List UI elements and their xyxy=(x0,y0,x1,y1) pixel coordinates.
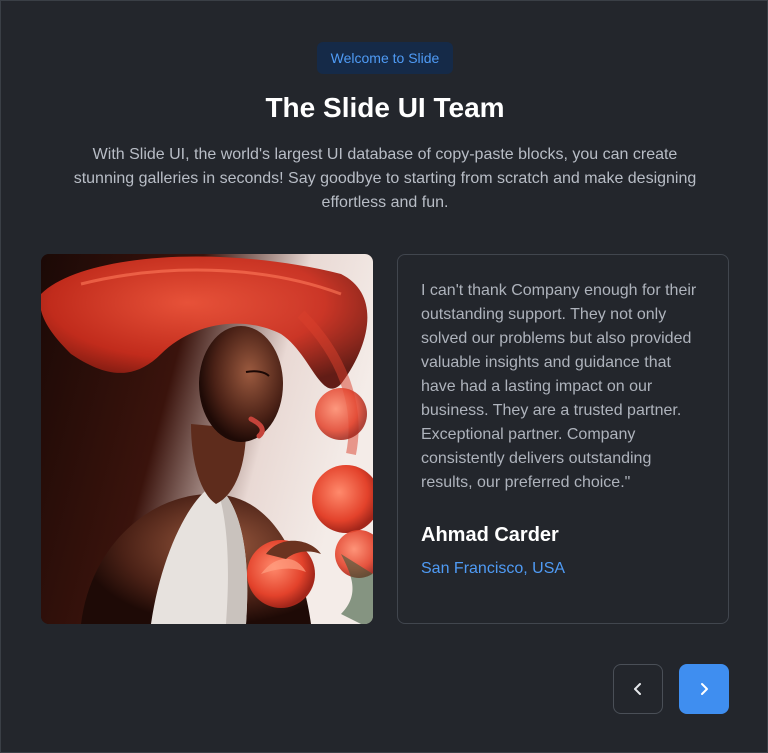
next-button[interactable] xyxy=(679,664,729,714)
chevron-right-icon xyxy=(701,683,708,695)
portrait-image xyxy=(41,254,373,624)
testimonial-section: Welcome to Slide The Slide UI Team With … xyxy=(0,0,768,753)
testimonial-card: I can't thank Company enough for their o… xyxy=(397,254,729,624)
author-name: Ahmad Carder xyxy=(421,524,559,546)
section-title: The Slide UI Team xyxy=(265,92,505,123)
author-location: San Francisco, USA xyxy=(421,560,566,577)
previous-button[interactable] xyxy=(613,664,663,714)
section-description: With Slide UI, the world's largest UI da… xyxy=(73,146,697,211)
testimonial-quote: I can't thank Company enough for their o… xyxy=(421,282,697,491)
chevron-left-icon xyxy=(634,683,641,695)
welcome-badge: Welcome to Slide xyxy=(317,42,453,74)
